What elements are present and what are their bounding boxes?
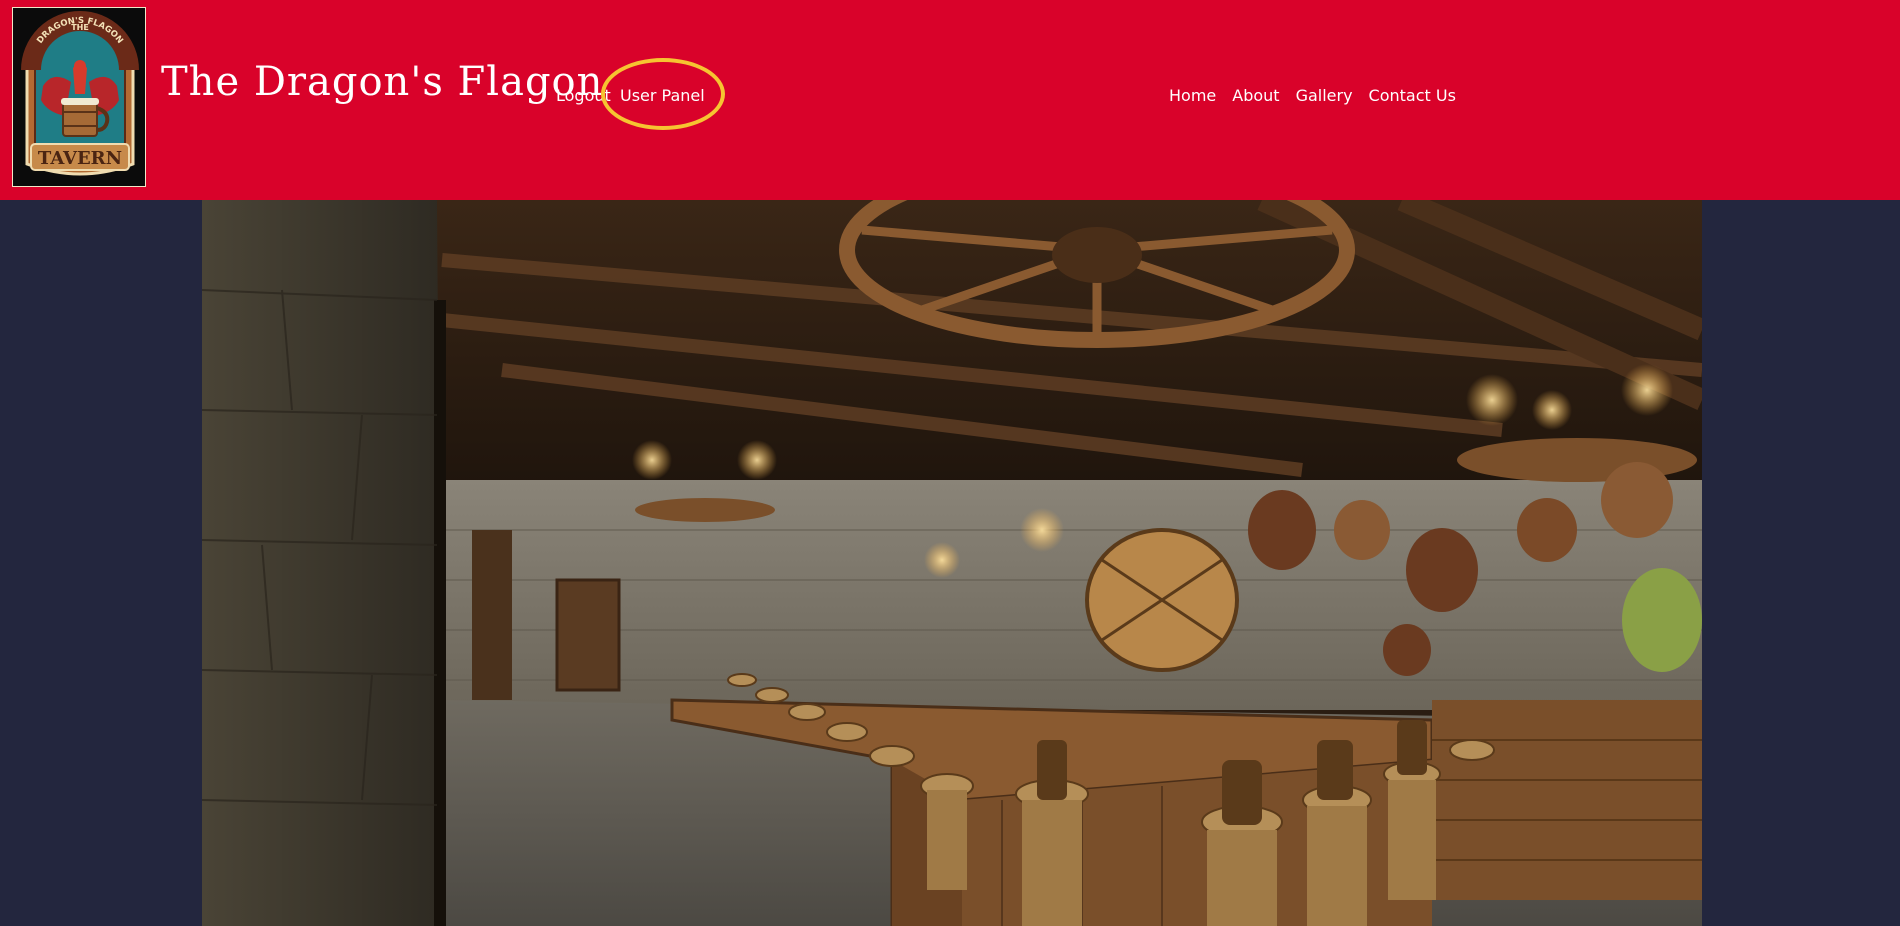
site-title[interactable]: The Dragon's Flagon <box>161 62 603 102</box>
dragon-tankard-logo-icon: DRAGON'S FLAGON THE TAVERN <box>21 11 139 176</box>
tavern-interior-photo <box>202 200 1702 926</box>
logout-link[interactable]: Logout <box>556 86 611 105</box>
user-panel-link[interactable]: User Panel <box>620 86 705 105</box>
site-logo[interactable]: DRAGON'S FLAGON THE TAVERN <box>12 7 146 187</box>
hero-image <box>202 200 1702 926</box>
nav-contact-link[interactable]: Contact Us <box>1369 86 1456 105</box>
main-nav: Home About Gallery Contact Us <box>1169 86 1456 105</box>
nav-gallery-link[interactable]: Gallery <box>1296 86 1353 105</box>
nav-about-link[interactable]: About <box>1232 86 1279 105</box>
logo-the-text: THE <box>71 23 89 32</box>
logo-banner-text: TAVERN <box>38 148 122 169</box>
nav-home-link[interactable]: Home <box>1169 86 1216 105</box>
site-header: DRAGON'S FLAGON THE TAVERN The Dragon's … <box>0 0 1900 200</box>
